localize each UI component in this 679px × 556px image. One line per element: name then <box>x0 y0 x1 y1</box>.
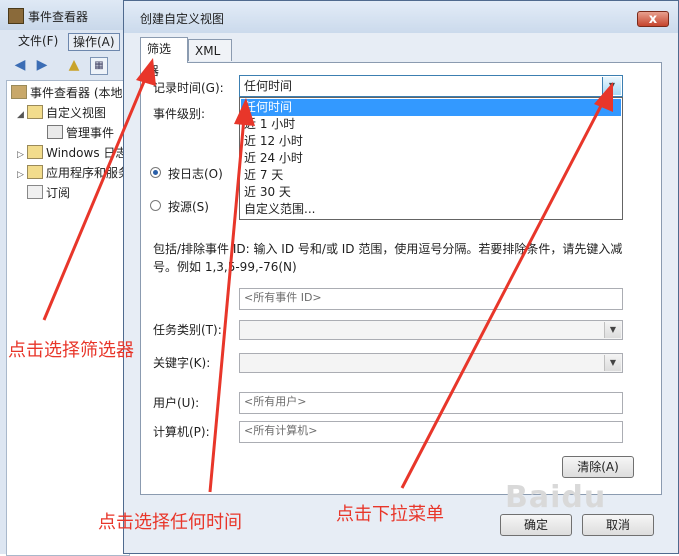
collapse-arrow-icon[interactable]: ▷ <box>17 146 27 162</box>
annotation-select-any-time: 点击选择任何时间 <box>98 512 242 533</box>
folder-icon <box>27 105 43 119</box>
event-viewer-titlebar: 事件查看器 <box>0 0 128 30</box>
logged-time-combo[interactable]: 任何时间 ▼ <box>239 75 623 97</box>
dropdown-option-12-hours[interactable]: 近 12 小时 <box>241 133 621 150</box>
folder-icon <box>27 145 43 159</box>
user-input[interactable]: <所有用户> <box>239 392 623 414</box>
by-log-radio[interactable] <box>150 167 161 178</box>
dropdown-option-7-days[interactable]: 近 7 天 <box>241 167 621 184</box>
user-label: 用户(U): <box>153 396 200 410</box>
clear-button[interactable]: 清除(A) <box>562 456 634 478</box>
tree-item-app-service-logs[interactable]: ▷ 应用程序和服务 <box>17 164 130 182</box>
tree-item-root[interactable]: 事件查看器 (本地) <box>11 84 127 102</box>
event-viewer-menubar: 文件(F) 操作(A) <box>6 31 128 52</box>
event-viewer-window: 事件查看器 文件(F) 操作(A) ◀ ▶ ▲ ▦ 事件查看器 (本地) ◢ 自定… <box>0 0 130 556</box>
ok-button[interactable]: 确定 <box>500 514 572 536</box>
subscription-icon <box>27 185 43 199</box>
tree-item-windows-logs[interactable]: ▷ Windows 日志 <box>17 144 127 162</box>
tab-xml[interactable]: XML <box>188 39 232 61</box>
chevron-down-icon[interactable]: ▼ <box>602 77 621 95</box>
include-exclude-text-line1: 包括/排除事件 ID: 输入 ID 号和/或 ID 范围，使用逗号分隔。若要排除… <box>153 242 623 256</box>
dropdown-option-24-hours[interactable]: 近 24 小时 <box>241 150 621 167</box>
computer-label: 计算机(P): <box>153 425 210 439</box>
close-icon: x <box>648 12 658 27</box>
logged-time-value: 任何时间 <box>244 79 293 93</box>
tab-filter[interactable]: 筛选器 <box>140 37 188 78</box>
by-source-label: 按源(S) <box>168 200 209 214</box>
keywords-combo[interactable]: ▼ <box>239 353 623 373</box>
dialog-titlebar: 创建自定义视图 x <box>124 1 678 33</box>
expand-arrow-icon[interactable]: ◢ <box>17 106 27 122</box>
event-viewer-toolbar: ◀ ▶ ▲ ▦ <box>6 55 128 77</box>
event-viewer-title: 事件查看器 <box>28 10 89 24</box>
event-viewer-icon <box>11 85 27 99</box>
logged-label: 记录时间(G): <box>153 81 224 95</box>
tree-item-subscriptions[interactable]: 订阅 <box>27 184 70 202</box>
chevron-down-icon[interactable]: ▼ <box>604 322 621 338</box>
dialog-title: 创建自定义视图 <box>140 12 225 26</box>
dropdown-option-30-days[interactable]: 近 30 天 <box>241 184 621 201</box>
dropdown-option-1-hour[interactable]: 近 1 小时 <box>241 116 621 133</box>
chevron-down-icon[interactable]: ▼ <box>604 355 621 371</box>
annotation-select-filter: 点击选择筛选器 <box>8 340 134 361</box>
dropdown-option-any-time[interactable]: 任何时间 <box>241 99 621 116</box>
include-exclude-text-line2: 号。例如 1,3,5-99,-76(N) <box>153 260 297 274</box>
folder-icon <box>27 165 43 179</box>
filter-view-icon <box>47 125 63 139</box>
close-button[interactable]: x <box>637 11 669 27</box>
back-arrow-icon[interactable]: ◀ <box>12 57 28 73</box>
folder-up-icon[interactable]: ▲ <box>66 57 82 73</box>
event-id-input[interactable]: <所有事件 ID> <box>239 288 623 310</box>
by-source-radio[interactable] <box>150 200 161 211</box>
annotation-click-dropdown: 点击下拉菜单 <box>336 504 444 525</box>
menu-action[interactable]: 操作(A) <box>68 33 120 51</box>
event-level-label: 事件级别: <box>153 107 206 121</box>
event-viewer-tree: 事件查看器 (本地) ◢ 自定义视图 管理事件 ▷ Windows 日志 ▷ 应用程序… <box>6 80 130 556</box>
keywords-label: 关键字(K): <box>153 356 211 370</box>
tree-item-custom-views[interactable]: ◢ 自定义视图 <box>17 104 106 122</box>
forward-arrow-icon[interactable]: ▶ <box>34 57 50 73</box>
task-category-label: 任务类别(T): <box>153 323 222 337</box>
tree-item-admin-events[interactable]: 管理事件 <box>47 124 114 142</box>
by-log-label: 按日志(O) <box>168 167 223 181</box>
event-viewer-app-icon <box>8 8 24 24</box>
collapse-arrow-icon[interactable]: ▷ <box>17 166 27 182</box>
cancel-button[interactable]: 取消 <box>582 514 654 536</box>
menu-file[interactable]: 文件(F) <box>14 33 62 49</box>
baidu-watermark: Baidu <box>505 480 607 515</box>
logged-time-dropdown: 任何时间 近 1 小时 近 12 小时 近 24 小时 近 7 天 近 30 天… <box>239 97 623 220</box>
task-category-combo[interactable]: ▼ <box>239 320 623 340</box>
computer-input[interactable]: <所有计算机> <box>239 421 623 443</box>
dropdown-option-custom-range[interactable]: 自定义范围... <box>241 201 621 218</box>
show-hide-tree-icon[interactable]: ▦ <box>90 57 108 75</box>
